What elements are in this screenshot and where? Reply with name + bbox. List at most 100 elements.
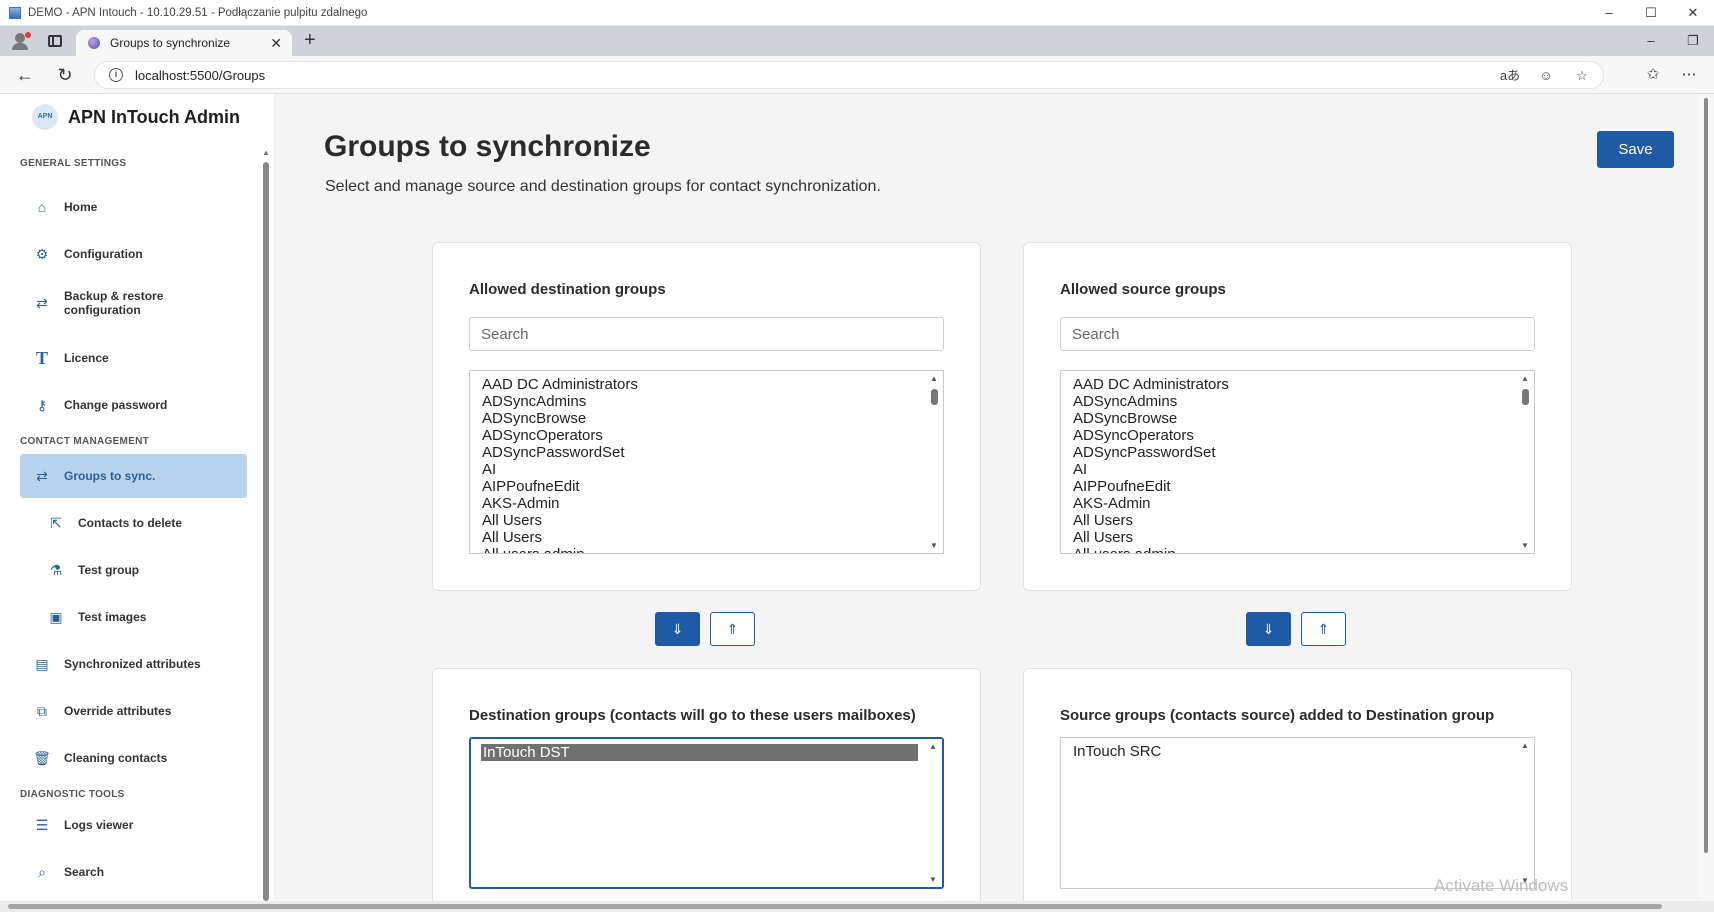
browser-minimize-button[interactable]: – <box>1630 26 1672 56</box>
scroll-down-icon[interactable]: ▼ <box>930 541 938 550</box>
remove-destination-button[interactable]: ⇑ <box>710 612 755 646</box>
sidebar-item-override-attributes[interactable]: ⧉ Override attributes <box>20 690 247 732</box>
rdp-maximize-button[interactable]: ☐ <box>1630 0 1672 26</box>
scroll-up-icon[interactable]: ▲ <box>929 742 937 751</box>
list-scroll-thumb[interactable] <box>1522 389 1529 405</box>
address-bar[interactable]: i localhost:5500/Groups aあ ☺ ☆ <box>94 61 1604 89</box>
page-scrollbar[interactable] <box>1698 94 1714 901</box>
sidebar-item-search[interactable]: ⌕ Search <box>20 851 247 893</box>
allowed-destination-list[interactable]: AAD DC Administrators ADSyncAdmins ADSyncB… <box>469 370 944 554</box>
list-scrollbar[interactable]: ▲ ▼ <box>1517 371 1534 553</box>
sidebar-item-cleaning-contacts[interactable]: 🗑 Cleaning contacts <box>20 737 247 779</box>
sidebar-item-contacts-to-delete[interactable]: ⇱ Contacts to delete <box>34 502 247 544</box>
sidebar-item-change-password[interactable]: ⚷ Change password <box>20 384 247 426</box>
list-item[interactable]: AKS-Admin <box>470 495 943 512</box>
sidebar-item-backup-restore[interactable]: ⇄ Backup & restore configuration <box>20 280 247 326</box>
sidebar-item-groups-to-sync[interactable]: ⇄ Groups to sync. <box>20 454 247 498</box>
add-source-button[interactable]: ⇓ <box>1246 612 1291 646</box>
list-item[interactable]: All Users <box>470 529 943 546</box>
list-item[interactable]: All users admin <box>1061 546 1534 553</box>
sidebar-item-home[interactable]: ⌂ Home <box>20 186 247 228</box>
reload-button[interactable]: ↻ <box>52 62 78 88</box>
save-button[interactable]: Save <box>1597 131 1674 168</box>
tab-groups-to-synchronize[interactable]: Groups to synchronize ✕ <box>76 30 292 56</box>
browser-restore-button[interactable]: ❐ <box>1672 26 1714 56</box>
allowed-source-search-input[interactable]: Search <box>1060 317 1535 351</box>
section-contact-management: CONTACT MANAGEMENT <box>20 436 150 447</box>
list-item[interactable]: ADSyncAdmins <box>1061 393 1534 410</box>
list-item[interactable]: ADSyncOperators <box>470 427 943 444</box>
url-text[interactable]: localhost:5500/Groups <box>135 68 265 83</box>
horizontal-scrollbar[interactable] <box>0 901 1714 912</box>
rdp-minimize-button[interactable]: – <box>1588 0 1630 26</box>
sidebar-item-logs-viewer[interactable]: ☰ Logs viewer <box>20 804 247 846</box>
destination-groups-heading: Destination groups (contacts will go to … <box>469 707 916 724</box>
list-item[interactable]: ADSyncBrowse <box>470 410 943 427</box>
list-scrollbar[interactable]: ▲ ▼ <box>926 371 943 553</box>
more-menu-icon[interactable]: ⋯ <box>1674 62 1704 88</box>
sidebar-item-configuration[interactable]: ⚙ Configuration <box>20 233 247 275</box>
reader-icon[interactable]: ☺ <box>1533 65 1559 87</box>
sidebar-scrollbar[interactable]: ▲ <box>262 148 270 901</box>
allowed-source-list[interactable]: AAD DC Administrators ADSyncAdmins ADSyncB… <box>1060 370 1535 554</box>
list-item[interactable]: ADSyncPasswordSet <box>470 444 943 461</box>
list-item[interactable]: ADSyncOperators <box>1061 427 1534 444</box>
sidebar-item-test-group[interactable]: ⚗ Test group <box>34 549 247 591</box>
sidebar-item-test-images[interactable]: ▣ Test images <box>34 596 247 638</box>
source-groups-card: Source groups (contacts source) added to… <box>1023 668 1572 901</box>
sidebar-item-licence[interactable]: T Licence <box>20 337 247 379</box>
list-scroll-thumb[interactable] <box>931 389 938 405</box>
sidebar-scroll-thumb[interactable] <box>263 162 269 901</box>
horizontal-scroll-thumb[interactable] <box>8 904 1662 909</box>
destination-groups-list[interactable]: InTouch DST ▲ ▼ <box>469 737 944 889</box>
rdp-close-button[interactable]: ✕ <box>1672 0 1714 26</box>
brand[interactable]: APN APN InTouch Admin <box>32 104 240 130</box>
rdp-title-bar: DEMO - APN Intouch - 10.10.29.51 - Podłą… <box>0 0 1714 26</box>
remove-source-button[interactable]: ⇑ <box>1301 612 1346 646</box>
scroll-up-icon[interactable]: ▲ <box>930 374 938 383</box>
scroll-up-icon[interactable]: ▲ <box>262 148 270 157</box>
list-scrollbar[interactable]: ▲ ▼ <box>925 739 942 887</box>
new-tab-button[interactable]: + <box>304 30 316 50</box>
favorites-icon[interactable]: ✩ <box>1638 62 1668 88</box>
list-item[interactable]: AKS-Admin <box>1061 495 1534 512</box>
scroll-down-icon[interactable]: ▼ <box>1521 541 1529 550</box>
list-item[interactable]: All users admin <box>470 546 943 553</box>
tab-actions-icon[interactable] <box>48 35 62 47</box>
source-groups-list[interactable]: InTouch SRC ▲ ▼ <box>1060 737 1535 889</box>
list-item[interactable]: All Users <box>1061 529 1534 546</box>
profile-icon[interactable] <box>10 32 31 50</box>
gear-icon: ⚙ <box>35 245 49 262</box>
list-item[interactable]: InTouch SRC <box>1061 743 1534 760</box>
add-destination-button[interactable]: ⇓ <box>655 612 700 646</box>
list-item[interactable]: InTouch DST <box>481 744 918 761</box>
list-item[interactable]: ADSyncAdmins <box>470 393 943 410</box>
scroll-up-icon[interactable]: ▲ <box>1521 741 1529 750</box>
list-scrollbar[interactable]: ▲ ▼ <box>1517 738 1534 888</box>
swap-icon: ⇄ <box>36 294 48 311</box>
scroll-down-icon[interactable]: ▼ <box>929 875 937 884</box>
sidebar-item-synchronized-attributes[interactable]: ▤ Synchronized attributes <box>20 643 247 685</box>
site-info-icon[interactable]: i <box>109 68 123 82</box>
list-item[interactable]: All Users <box>1061 512 1534 529</box>
list-item[interactable]: AI <box>470 461 943 478</box>
list-item[interactable]: AIPPoufneEdit <box>470 478 943 495</box>
allowed-destination-card: Allowed destination groups Search AAD DC… <box>432 242 981 591</box>
list-item[interactable]: AI <box>1061 461 1534 478</box>
export-icon: ⇱ <box>50 514 62 531</box>
search-icon: ⌕ <box>38 863 46 880</box>
tab-close-icon[interactable]: ✕ <box>270 35 282 52</box>
list-item[interactable]: All Users <box>470 512 943 529</box>
list-item[interactable]: AAD DC Administrators <box>470 376 943 393</box>
list-item[interactable]: AIPPoufneEdit <box>1061 478 1534 495</box>
list-item[interactable]: ADSyncPasswordSet <box>1061 444 1534 461</box>
list-item[interactable]: AAD DC Administrators <box>1061 376 1534 393</box>
translate-icon[interactable]: aあ <box>1497 65 1523 87</box>
list-item[interactable]: ADSyncBrowse <box>1061 410 1534 427</box>
flask-icon: ⚗ <box>49 561 63 578</box>
scroll-up-icon[interactable]: ▲ <box>1521 374 1529 383</box>
back-button[interactable]: ← <box>12 62 38 88</box>
favorite-star-icon[interactable]: ☆ <box>1569 65 1595 87</box>
page-scroll-thumb[interactable] <box>1704 98 1708 853</box>
allowed-destination-search-input[interactable]: Search <box>469 317 944 351</box>
